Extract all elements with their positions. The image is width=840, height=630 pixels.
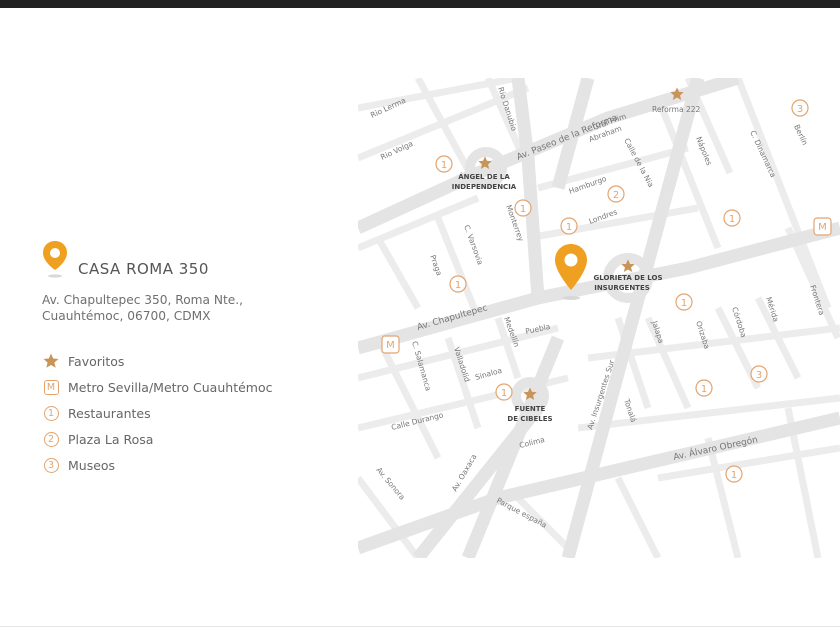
svg-text:3: 3 [756, 370, 762, 381]
legend-label: Museos [68, 457, 116, 473]
svg-text:3: 3 [797, 104, 803, 115]
map-legend: CASA ROMA 350 Av. Chapultepec 350, Roma … [42, 238, 342, 478]
number-2-icon: 2 [42, 430, 60, 448]
landmark-label: INSURGENTES [594, 284, 650, 292]
legend-item-favoritos: Favoritos [42, 348, 342, 374]
landmark-label: GLORIETA DE LOS [593, 274, 662, 282]
svg-text:1: 1 [501, 388, 507, 399]
restaurant-marker[interactable]: 1 [723, 209, 741, 227]
svg-text:M: M [386, 340, 395, 351]
landmark-label: FUENTE [515, 405, 546, 413]
restaurant-marker[interactable]: 1 [435, 155, 453, 173]
restaurant-marker[interactable]: 1 [695, 379, 713, 397]
landmark-label: INDEPENDENCIA [452, 183, 517, 191]
svg-text:1: 1 [441, 160, 447, 171]
svg-text:1: 1 [520, 204, 526, 215]
top-border [0, 0, 840, 8]
address-line-2: Cuauhtémoc, 06700, CDMX [42, 309, 211, 323]
legend-item-metro: M Metro Sevilla/Metro Cuauhtémoc [42, 374, 342, 400]
legend-items: Favoritos M Metro Sevilla/Metro Cuauhtém… [42, 348, 342, 478]
metro-marker[interactable]: M [381, 335, 400, 354]
street-label: Reforma 222 [652, 105, 700, 114]
restaurant-marker[interactable]: 1 [560, 217, 578, 235]
legend-label: Metro Sevilla/Metro Cuauhtémoc [68, 379, 273, 395]
number-1-icon: 1 [42, 404, 60, 422]
svg-text:2: 2 [613, 190, 619, 201]
star-icon [42, 352, 60, 370]
museum-marker[interactable]: 3 [750, 365, 768, 383]
legend-label: Plaza La Rosa [68, 431, 154, 447]
legend-label: Favoritos [68, 353, 125, 369]
property-title: CASA ROMA 350 [78, 260, 209, 278]
svg-text:M: M [818, 222, 827, 233]
location-pin-icon [43, 241, 67, 278]
address-line-1: Av. Chapultepec 350, Roma Nte., [42, 293, 244, 307]
legend-label: Restaurantes [68, 405, 151, 421]
restaurant-marker[interactable]: 1 [514, 199, 532, 217]
museum-marker[interactable]: 3 [791, 99, 809, 117]
legend-item-restaurantes: 1 Restaurantes [42, 400, 342, 426]
metro-marker[interactable]: M [813, 217, 832, 236]
landmark-label: ÁNGEL DE LA [458, 172, 510, 181]
metro-icon: M [42, 378, 60, 396]
svg-text:1: 1 [701, 384, 707, 395]
restaurant-marker[interactable]: 1 [495, 383, 513, 401]
svg-text:1: 1 [566, 222, 572, 233]
property-address: Av. Chapultepec 350, Roma Nte., Cuauhtém… [42, 292, 342, 324]
svg-text:1: 1 [729, 214, 735, 225]
bottom-divider [0, 626, 840, 627]
plaza-marker[interactable]: 2 [607, 185, 625, 203]
restaurant-marker[interactable]: 1 [725, 465, 743, 483]
number-3-icon: 3 [42, 456, 60, 474]
restaurant-marker[interactable]: 1 [449, 275, 467, 293]
restaurant-marker[interactable]: 1 [675, 293, 693, 311]
legend-title-row: CASA ROMA 350 [42, 238, 342, 280]
legend-item-plaza-la-rosa: 2 Plaza La Rosa [42, 426, 342, 452]
svg-text:1: 1 [681, 298, 687, 309]
street-map[interactable]: Rio Lerma Rio Volga Rio Danubio Av. Pase… [358, 78, 840, 558]
svg-text:1: 1 [455, 280, 461, 291]
landmark-label: DE CIBELES [507, 415, 552, 423]
svg-text:1: 1 [731, 470, 737, 481]
legend-item-museos: 3 Museos [42, 452, 342, 478]
